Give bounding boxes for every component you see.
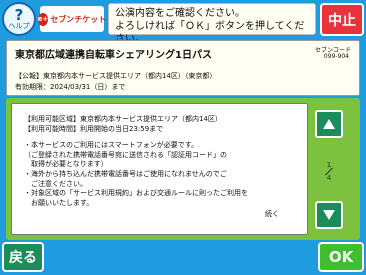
detail-line: ・海外から持ち込んだ携帯電話番号はご使用になれませんのでご	[24, 169, 227, 178]
product-validity: 有効期限：2024/03/31（日）まで	[15, 83, 126, 91]
ok-button[interactable]: OK	[318, 242, 364, 272]
product-card: 東京都広域連携自転車シェアリング1日パス セブンコード 099-904 【公報】…	[6, 40, 360, 96]
page-total: 4	[326, 173, 332, 182]
cancel-button[interactable]: 中止	[320, 3, 364, 36]
details-content: 【利用可能区域】東京都内本サービス提供エリア（都内14区） 【利用可能時間】利用…	[11, 103, 308, 235]
continued-label: 続く	[265, 210, 279, 219]
detail-line: お願いいたします。	[24, 198, 94, 207]
detail-line: （ご登録された携帯電話番号宛に送信される「認証用コード」の	[24, 150, 227, 159]
detail-line: ・本サービスのご利用にはスマートフォンが必要です。	[24, 141, 199, 150]
detail-line: 【利用可能区域】東京都内本サービス提供エリア（都内14区）	[24, 115, 222, 123]
help-label: ヘルプ	[8, 22, 30, 30]
triangle-up-icon	[323, 119, 335, 129]
product-title: 東京都広域連携自転車シェアリング1日パス	[15, 50, 212, 61]
product-issuer: 【公報】東京都内本サービス提供エリア（都内14区）（東京都）	[15, 72, 217, 80]
header-left: ? ヘルプ e+ セブンチケット	[2, 2, 106, 36]
seven-code: 099-904	[323, 53, 349, 60]
logo-text: セブンチケット	[50, 14, 107, 24]
scroll-up-button[interactable]	[315, 110, 343, 138]
detail-line: ご注意ください。	[24, 179, 87, 188]
help-button[interactable]: ? ヘルプ	[2, 2, 36, 36]
detail-line: 【利用可能時間】利用開始の当日23:59まで	[24, 124, 164, 133]
instruction-message: 公演内容をご確認ください。 よろしければ「ＯＫ」ボタンを押してください。	[108, 3, 316, 45]
triangle-down-icon	[323, 210, 335, 220]
scroll-down-button[interactable]	[315, 201, 343, 229]
logo-mark: e+	[37, 12, 49, 26]
detail-line: ・対象区域の「サービス利用規約」および交通ルールに則ったご利用を	[24, 189, 248, 198]
detail-line: 取得が必要となります）	[24, 160, 108, 169]
back-button[interactable]: 戻る	[2, 242, 44, 272]
seven-ticket-logo: e+ セブンチケット	[37, 6, 107, 32]
page-indicator: 1 4	[317, 146, 341, 196]
question-icon: ?	[14, 6, 24, 24]
